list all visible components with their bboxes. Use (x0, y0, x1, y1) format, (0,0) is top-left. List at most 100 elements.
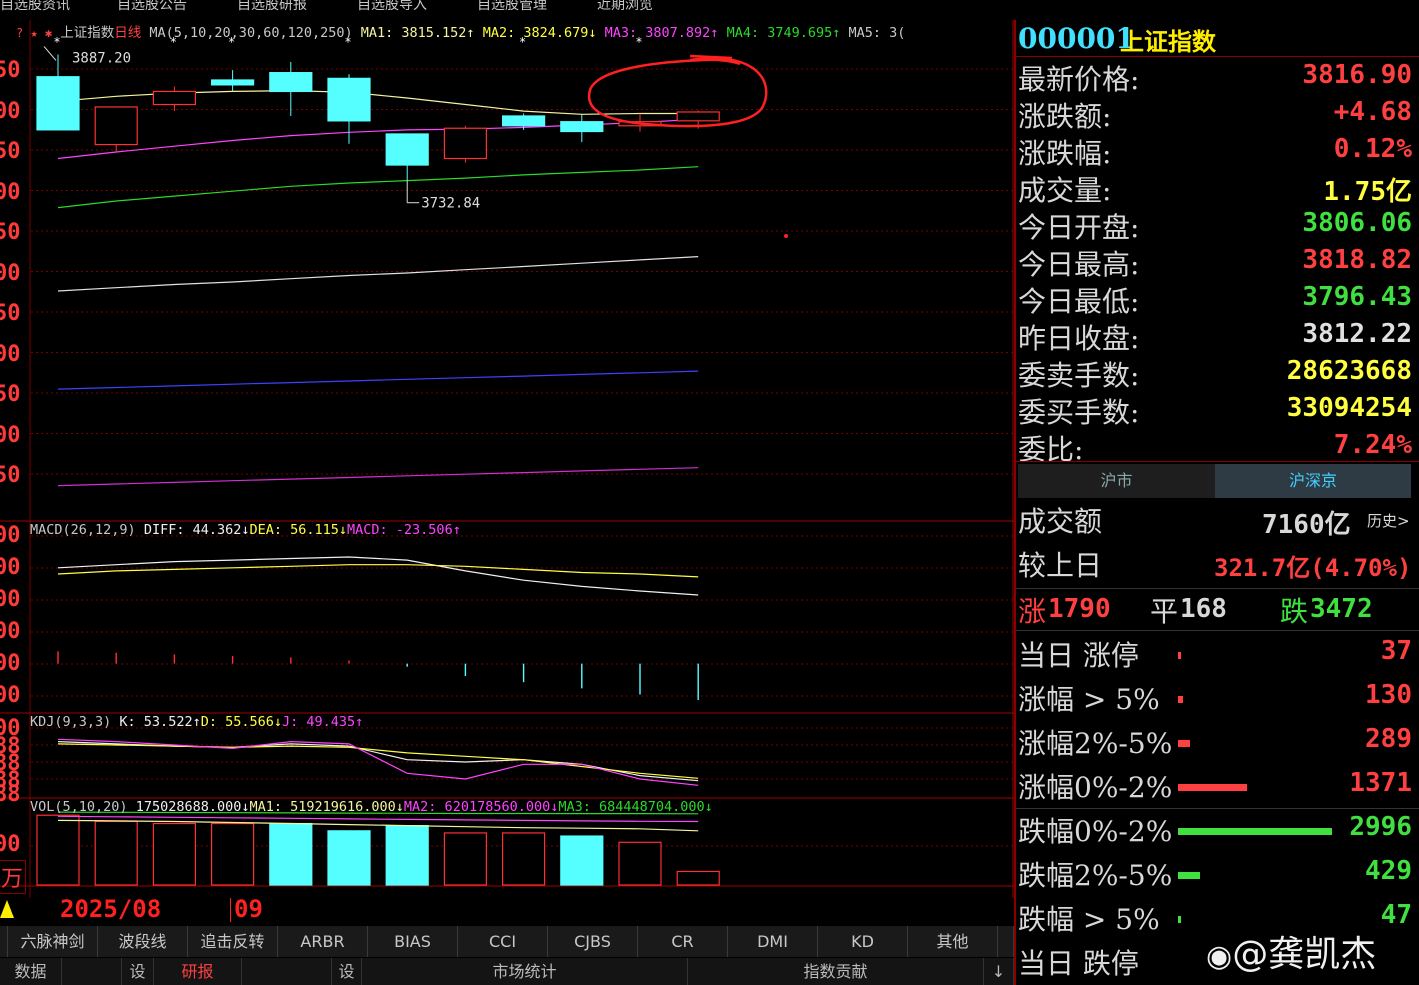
tab-kd[interactable]: KD (818, 926, 908, 957)
quote-label: 委比: (1018, 433, 1084, 466)
bottom-tab-data[interactable]: 数据 (0, 958, 62, 985)
kdj-legend: KDJ(9,3,3) K: 53.522↑D: 55.566↓J: 49.435… (30, 714, 363, 730)
tab-arbr[interactable]: ARBR (278, 926, 368, 957)
tab-sh-sz-bj[interactable]: 沪深京 (1215, 464, 1411, 498)
bottom-tab-scroll-down[interactable]: ↓ (984, 958, 1014, 985)
macd-dea: DEA: 56.115↓ (249, 522, 348, 538)
history-link[interactable]: 历史> (1367, 510, 1410, 531)
divider (1016, 630, 1419, 631)
decliners-label: 跌 (1280, 595, 1309, 628)
indicator-tabs: 六脉神剑 波段线 追击反转 ARBR BIAS CCI CJBS CR DMI … (0, 926, 1014, 957)
tab-overflow-left[interactable] (0, 926, 8, 957)
volume-bar (36, 814, 80, 886)
distribution-row[interactable]: 跌幅0%-2% 2996 (1018, 808, 1412, 852)
quote-row: 委买手数: 33094254 (1018, 391, 1412, 429)
vol-params: VOL(5,10,20) (30, 799, 128, 815)
kdj-d-line (57, 743, 699, 779)
macd-diff: DIFF: 44.362↓ (143, 522, 250, 538)
title-icons[interactable]: ? ★ ✱ (16, 26, 52, 40)
bottom-bar: 数据 设 研报 设 市场统计 指数贡献 ↓ (0, 958, 1014, 985)
distribution-row[interactable]: 涨幅 > 5% 130 (1018, 676, 1412, 720)
quote-label: 涨跌幅: (1018, 137, 1112, 170)
bottom-tab-blank-1[interactable] (62, 958, 122, 985)
macd-axis-label: 00 (0, 523, 21, 548)
price-axis-label: 50 (0, 301, 21, 326)
tab-cjbs[interactable]: CJBS (548, 926, 638, 957)
ma1-value: MA1: 3815.152↑ (360, 25, 475, 41)
tab-shanghai-market[interactable]: 沪市 (1018, 464, 1215, 498)
quote-value: 3818.82 (1302, 245, 1412, 275)
distribution-count: 2996 (1349, 812, 1412, 842)
vol-ma3: MA3: 684448704.000↓ (558, 799, 713, 815)
quote-label: 今日最高: (1018, 248, 1140, 281)
bottom-tab-settings-2[interactable]: 设 (332, 958, 362, 985)
quote-label: 今日开盘: (1018, 211, 1140, 244)
nav-watchlist-import[interactable]: 自选股导入 (357, 0, 427, 14)
tab-other[interactable]: 其他 (908, 926, 998, 957)
tab-cci[interactable]: CCI (458, 926, 548, 957)
tab-bias[interactable]: BIAS (368, 926, 458, 957)
ma5-value: MA5: 3( (848, 25, 906, 41)
distribution-row[interactable]: 当日 涨停 37 (1018, 632, 1412, 676)
tab-dmi[interactable]: DMI (728, 926, 818, 957)
bottom-tab-settings-1[interactable]: 设 (122, 958, 154, 985)
distribution-row[interactable]: 涨幅0%-2% 1371 (1018, 764, 1412, 808)
month-divider (230, 898, 231, 922)
distribution-count: 1371 (1349, 768, 1412, 798)
candle-body (94, 106, 138, 146)
vol-legend: VOL(5,10,20) 175028688.000↓MA1: 51921961… (30, 799, 713, 815)
ma3-value: MA3: 3807.892↑ (604, 25, 719, 41)
tab-liumai[interactable]: 六脉神剑 (8, 926, 98, 957)
quote-label: 昨日收盘: (1018, 322, 1140, 355)
divider (1016, 461, 1419, 462)
volume-bar (152, 822, 196, 886)
volume-bar (385, 825, 429, 886)
quote-row: 今日最高: 3818.82 (1018, 243, 1412, 281)
distribution-count: 47 (1380, 900, 1412, 930)
tab-cr[interactable]: CR (638, 926, 728, 957)
kdj-k: K: 53.522↑ (119, 714, 201, 730)
macd-value: MACD: -23.506↑ (347, 522, 461, 538)
distribution-label: 涨幅0%-2% (1018, 771, 1173, 804)
price-axis-label: 00 (0, 99, 21, 124)
bottom-tab-reports[interactable]: 研报 (154, 958, 242, 985)
nav-watchlist-news[interactable]: 自选股资讯 (0, 0, 70, 14)
macd-dea-line (57, 564, 699, 578)
candle-body (443, 127, 487, 160)
kline-chart[interactable]: * * * * * *3887.203732.84 (0, 20, 1014, 898)
bottom-tab-market-stats[interactable]: 市场统计 (362, 958, 688, 985)
bottom-tab-blank-2[interactable] (242, 958, 332, 985)
kline-chart-area[interactable]: * * * * * * 3887.20 3732.84 ? ★ ✱ 上证指数日线 MA(5,1… (0, 20, 1014, 898)
price-axis-label: 00 (0, 342, 21, 367)
nav-recent[interactable]: 近期浏览 (597, 0, 653, 14)
quote-row: 委卖手数: 28623668 (1018, 354, 1412, 392)
nav-watchlist-manage[interactable]: 自选股管理 (477, 0, 547, 14)
candle-body (327, 77, 371, 122)
tab-overflow-right[interactable] (998, 926, 1014, 957)
distribution-row[interactable]: 跌幅2%-5% 429 (1018, 852, 1412, 896)
candle-body (385, 133, 429, 166)
distribution-bar (1178, 652, 1181, 659)
distribution-bar (1178, 828, 1332, 835)
price-axis-label: 50 (0, 139, 21, 164)
macd-axis-label: 00 (0, 587, 21, 612)
volume-bar (443, 832, 487, 886)
nav-watchlist-reports[interactable]: 自选股研报 (237, 0, 307, 14)
stock-code: 000001 (1018, 22, 1135, 55)
distribution-row[interactable]: 涨幅2%-5% 289 (1018, 720, 1412, 764)
ma2-value: MA2: 3824.679↓ (482, 25, 597, 41)
nav-watchlist-announcements[interactable]: 自选股公告 (117, 0, 187, 14)
quote-row: 最新价格: 3816.90 (1018, 58, 1412, 96)
tab-chase-reverse[interactable]: 追击反转 (188, 926, 278, 957)
tab-wave-band[interactable]: 波段线 (98, 926, 188, 957)
warning-triangle-icon[interactable] (0, 900, 14, 918)
price-axis-label: 00 (0, 423, 21, 448)
chart-title: 上证指数 (60, 25, 115, 41)
ma-params: MA(5,10,20,30,60,120,250) (149, 25, 353, 41)
quote-row: 今日最低: 3796.43 (1018, 280, 1412, 318)
quote-label: 委卖手数: (1018, 359, 1140, 392)
quote-label: 委买手数: (1018, 396, 1140, 429)
bottom-tab-index-contribution[interactable]: 指数贡献 (688, 958, 984, 985)
divider (1016, 56, 1419, 57)
volume-bar (560, 835, 604, 886)
